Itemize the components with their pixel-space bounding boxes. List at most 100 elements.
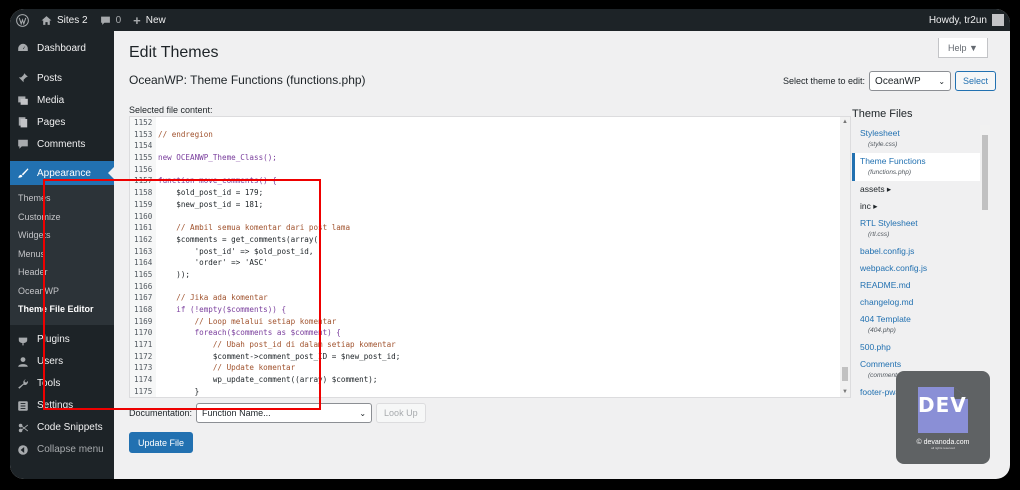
chevron-down-icon: ⌄	[359, 408, 367, 418]
theme-files-title: Theme Files	[852, 108, 913, 120]
theme-select-row: Select theme to edit: OceanWP ⌄ Select	[783, 71, 997, 91]
lookup-button[interactable]: Look Up	[376, 403, 426, 423]
submenu-customize[interactable]: Customize	[10, 208, 114, 227]
code-text: // endregion	[158, 129, 213, 139]
code-line: 1172 $comment->comment_post_ID = $new_po…	[130, 350, 850, 363]
pin-icon	[16, 71, 30, 85]
code-line: 1169 // Loop melalui setiap komentar	[130, 315, 850, 328]
selected-file-label: Selected file content:	[129, 105, 213, 115]
code-line: 1174 wp_update_comment((array) $comment)…	[130, 374, 850, 386]
editor-scrollbar[interactable]: ▲ ▼	[840, 117, 850, 397]
scroll-up-icon[interactable]: ▲	[842, 119, 848, 125]
select-theme-button[interactable]: Select	[955, 71, 997, 91]
my-account-link[interactable]: Howdy, tr2un	[929, 14, 1010, 26]
collapse-menu-button[interactable]: Collapse menu	[10, 439, 114, 461]
sidebar-item-label: Settings	[37, 400, 74, 411]
code-text: // Ubah post_id di dalam setiap komentar	[158, 340, 396, 350]
code-line: 1152	[130, 117, 850, 129]
sidebar-item-label: Tools	[37, 378, 61, 389]
theme-file-item[interactable]: 404 Template (404.php)	[852, 311, 990, 339]
wordpress-logo-icon[interactable]	[10, 9, 35, 31]
code-lines: 1152 1153// endregion 1154 1155 new OCEANWP_…	[130, 117, 850, 397]
submenu-theme-file-editor[interactable]: Theme File Editor	[10, 300, 114, 319]
line-number: 1163	[130, 245, 156, 258]
sidebar-item-label: Users	[37, 356, 64, 367]
theme-file-item[interactable]: inc ▸	[852, 198, 990, 215]
sidebar-item-pages[interactable]: Pages	[10, 111, 114, 133]
code-text: 'order' => 'ASC'	[158, 258, 268, 268]
site-name-link[interactable]: Sites 2	[35, 9, 94, 31]
new-content-link[interactable]: + New	[127, 9, 172, 31]
theme-file-item[interactable]: webpack.config.js	[852, 260, 990, 277]
sidebar-item-label: Code Snippets	[37, 422, 103, 433]
theme-file-label: RTL Stylesheet	[860, 218, 918, 228]
sidebar-item-media[interactable]: Media	[10, 89, 114, 111]
theme-file-item[interactable]: README.md	[852, 277, 990, 294]
line-number: 1171	[130, 339, 156, 351]
sidebar-item-label: Dashboard	[37, 42, 86, 54]
theme-file-item[interactable]: changelog.md	[852, 294, 990, 311]
submenu-menus[interactable]: Menus	[10, 245, 114, 264]
line-number: 1172	[130, 350, 156, 363]
theme-file-label: assets ▸	[860, 184, 892, 194]
code-editor[interactable]: 1152 1153// endregion 1154 1155 new OCEANWP_…	[129, 116, 851, 398]
sidebar-item-dashboard[interactable]: Dashboard	[10, 37, 114, 59]
theme-file-item[interactable]: babel.config.js	[852, 243, 990, 260]
theme-files-scrollbar[interactable]	[980, 125, 990, 410]
code-text: wp_update_comment((array) $comment);	[158, 375, 378, 385]
watermark-logo-text: DEV	[918, 393, 967, 417]
howdy-text: Howdy, tr2un	[928, 14, 987, 26]
plus-icon: +	[133, 12, 141, 28]
line-number: 1169	[130, 315, 156, 328]
help-button[interactable]: Help ▼	[938, 38, 988, 58]
code-line: 1175 }	[130, 385, 850, 397]
sidebar-item-users[interactable]: Users	[10, 351, 114, 373]
submenu-widgets[interactable]: Widgets	[10, 226, 114, 245]
code-line: 1166	[130, 280, 850, 293]
theme-select[interactable]: OceanWP ⌄	[869, 71, 952, 91]
editor-scroll-thumb[interactable]	[842, 367, 848, 381]
theme-file-item[interactable]: Stylesheet (style.css)	[852, 125, 990, 153]
update-file-button[interactable]: Update File	[129, 432, 194, 453]
theme-file-filename: (404.php)	[868, 327, 896, 334]
comments-count: 0	[115, 14, 122, 26]
line-number: 1168	[130, 304, 156, 316]
theme-file-item[interactable]: RTL Stylesheet (rtl.css)	[852, 215, 990, 243]
comments-link[interactable]: 0	[94, 9, 128, 31]
line-number: 1174	[130, 374, 156, 386]
collapse-icon	[16, 443, 30, 457]
watermark-logo: DEV © devanoda.com all rights reserved	[896, 371, 990, 464]
theme-select-value: OceanWP	[875, 75, 921, 87]
documentation-select[interactable]: Function Name... ⌄	[196, 403, 373, 423]
media-icon	[16, 93, 30, 107]
sidebar-item-label: Plugins	[37, 334, 70, 345]
sidebar-item-tools[interactable]: Tools	[10, 373, 114, 395]
documentation-value: Function Name...	[202, 408, 271, 418]
sidebar-item-comments[interactable]: Comments	[10, 133, 114, 155]
sidebar-item-posts[interactable]: Posts	[10, 67, 114, 89]
code-text: }	[158, 386, 200, 396]
documentation-row: Documentation: Function Name... ⌄ Look U…	[129, 403, 426, 423]
submenu-oceanwp[interactable]: OceanWP	[10, 282, 114, 301]
sidebar-item-appearance[interactable]: Appearance	[10, 161, 114, 185]
scroll-down-icon[interactable]: ▼	[842, 389, 848, 395]
sidebar-item-plugins[interactable]: Plugins	[10, 329, 114, 351]
sidebar-item-label: Posts	[37, 72, 63, 84]
line-number: 1152	[130, 117, 156, 129]
code-line: 1162 $comments = get_comments(array(	[130, 233, 850, 246]
theme-file-item[interactable]: assets ▸	[852, 181, 990, 198]
line-number: 1157	[130, 175, 156, 188]
theme-file-item[interactable]: 500.php	[852, 339, 990, 356]
code-line: 1163 'post_id' => $old_post_id,	[130, 245, 850, 258]
theme-file-label: 500.php	[860, 342, 891, 352]
submenu-header[interactable]: Header	[10, 263, 114, 282]
sidebar-item-code-snippets[interactable]: Code Snippets	[10, 417, 114, 439]
theme-file-item[interactable]: Theme Functions (functions.php)	[852, 153, 990, 181]
line-number: 1158	[130, 187, 156, 199]
theme-files-scroll-thumb[interactable]	[982, 135, 988, 210]
sidebar-item-settings[interactable]: Settings	[10, 395, 114, 417]
line-number: 1175	[130, 385, 156, 397]
submenu-themes[interactable]: Themes	[10, 189, 114, 208]
settings-icon	[16, 399, 30, 413]
